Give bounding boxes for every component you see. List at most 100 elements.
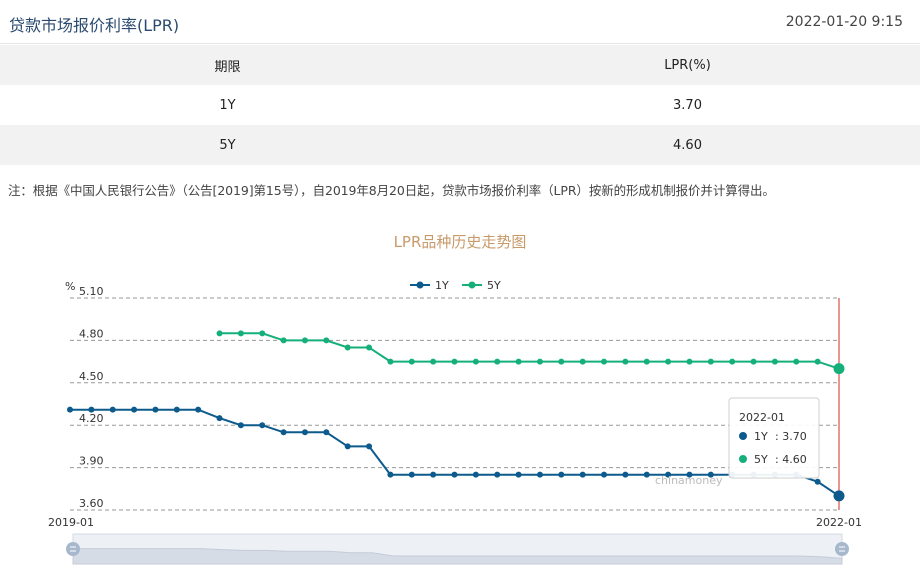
data-point-5Y (665, 358, 672, 365)
rate-table: 期限 LPR(%) 1Y 3.70 5Y 4.60 (0, 45, 920, 165)
timestamp: 2022-01-20 9:15 (785, 14, 903, 30)
data-point-1Y (88, 406, 95, 413)
data-point-1Y (152, 406, 159, 413)
tooltip-marker (739, 432, 747, 440)
data-point-1Y (387, 471, 394, 478)
data-point-1Y (216, 415, 223, 422)
tooltip-series-value: : 4.60 (775, 453, 807, 466)
data-point-5Y (259, 330, 266, 337)
x-axis-label-start: 2019-01 (48, 516, 94, 529)
data-point-5Y (643, 358, 650, 365)
data-point-5Y (750, 358, 757, 365)
data-point-1Y (344, 443, 351, 450)
data-point-1Y (814, 478, 821, 485)
data-point-1Y (195, 406, 202, 413)
data-point-5Y (323, 337, 330, 344)
data-point-1Y (131, 406, 138, 413)
data-point-5Y (237, 330, 244, 337)
data-point-5Y (515, 358, 522, 365)
data-point-5Y (686, 358, 693, 365)
data-point-1Y (515, 471, 522, 478)
rate-cell: 4.60 (673, 137, 702, 153)
table-row: 5Y 4.60 (0, 125, 920, 165)
data-point-5Y (814, 358, 821, 365)
data-point-5Y (558, 358, 565, 365)
term-cell: 5Y (219, 137, 236, 153)
legend-label: 1Y (435, 279, 449, 292)
data-point-5Y (387, 358, 394, 365)
data-point-5Y (793, 358, 800, 365)
data-point-5Y (472, 358, 479, 365)
data-point-5Y (216, 330, 223, 337)
data-point-5Y (833, 363, 845, 375)
data-point-1Y (109, 406, 116, 413)
tooltip-series-name: 5Y (754, 453, 768, 466)
data-point-1Y (601, 471, 608, 478)
y-tick-label: 3.60 (79, 497, 104, 510)
data-point-5Y (430, 358, 437, 365)
data-point-1Y (259, 422, 266, 429)
y-axis-unit: % (65, 280, 75, 293)
data-point-1Y (67, 406, 73, 413)
tooltip-title: 2022-01 (739, 411, 785, 424)
zoom-handle-left[interactable] (66, 542, 80, 556)
data-point-1Y (280, 429, 287, 436)
data-point-1Y (323, 429, 330, 436)
table-row: 1Y 3.70 (0, 85, 920, 125)
data-point-1Y (536, 471, 543, 478)
header: 贷款市场报价利率(LPR) 2022-01-20 9:15 (0, 0, 920, 44)
y-tick-label: 5.10 (79, 285, 104, 298)
x-axis-label-end: 2022-01 (816, 516, 862, 529)
zoom-handle-right[interactable] (835, 542, 849, 556)
watermark: chinamoney (655, 474, 723, 487)
y-tick-label: 4.20 (79, 412, 104, 425)
data-point-1Y (494, 471, 501, 478)
data-point-5Y (729, 358, 736, 365)
series-line-1Y (70, 408, 840, 497)
page-title: 贷款市场报价利率(LPR) (9, 16, 180, 35)
data-point-5Y (622, 358, 629, 365)
data-point-5Y (579, 358, 586, 365)
lpr-history-chart[interactable]: LPR品种历史走势图 1Y 5Y% 5.10 4.80 4.50 4.20 3.90 3.60 c… (0, 220, 920, 581)
data-point-1Y (173, 406, 180, 413)
footnote: 注：根据《中国人民银行公告》（公告[2019]第15号），自2019年8月20日… (8, 183, 775, 198)
chart-title: LPR品种历史走势图 (394, 233, 527, 251)
series-line-5Y (219, 332, 840, 370)
term-cell: 1Y (219, 97, 236, 113)
data-point-1Y (558, 471, 565, 478)
data-point-1Y (622, 471, 629, 478)
data-point-5Y (771, 358, 778, 365)
data-point-1Y (472, 471, 479, 478)
legend-label: 5Y (487, 279, 501, 292)
data-point-5Y (301, 337, 308, 344)
y-tick-label: 4.50 (79, 370, 104, 383)
data-point-1Y (579, 471, 586, 478)
tooltip-series-value: : 3.70 (775, 430, 807, 443)
column-header-term: 期限 (214, 59, 241, 75)
legend-marker (468, 281, 476, 289)
data-point-5Y (408, 358, 415, 365)
rate-cell: 3.70 (673, 97, 702, 113)
tooltip-series-name: 1Y (754, 430, 768, 443)
data-point-5Y (494, 358, 501, 365)
y-tick-label: 3.90 (79, 455, 104, 468)
column-header-rate: LPR(%) (664, 57, 711, 73)
data-point-1Y (451, 471, 458, 478)
data-point-1Y (833, 490, 845, 502)
data-point-5Y (280, 337, 287, 344)
y-tick-label: 4.80 (79, 327, 104, 340)
table-header-row: 期限 LPR(%) (0, 45, 920, 85)
data-point-5Y (451, 358, 458, 365)
data-point-1Y (430, 471, 437, 478)
legend-marker (416, 281, 424, 289)
data-point-5Y (536, 358, 543, 365)
data-point-5Y (601, 358, 608, 365)
data-point-1Y (408, 471, 415, 478)
tooltip-marker (739, 455, 747, 463)
data-point-1Y (301, 429, 308, 436)
data-point-1Y (643, 471, 650, 478)
data-point-1Y (366, 443, 373, 450)
data-point-5Y (707, 358, 714, 365)
data-point-1Y (237, 422, 244, 429)
data-point-5Y (366, 344, 373, 351)
